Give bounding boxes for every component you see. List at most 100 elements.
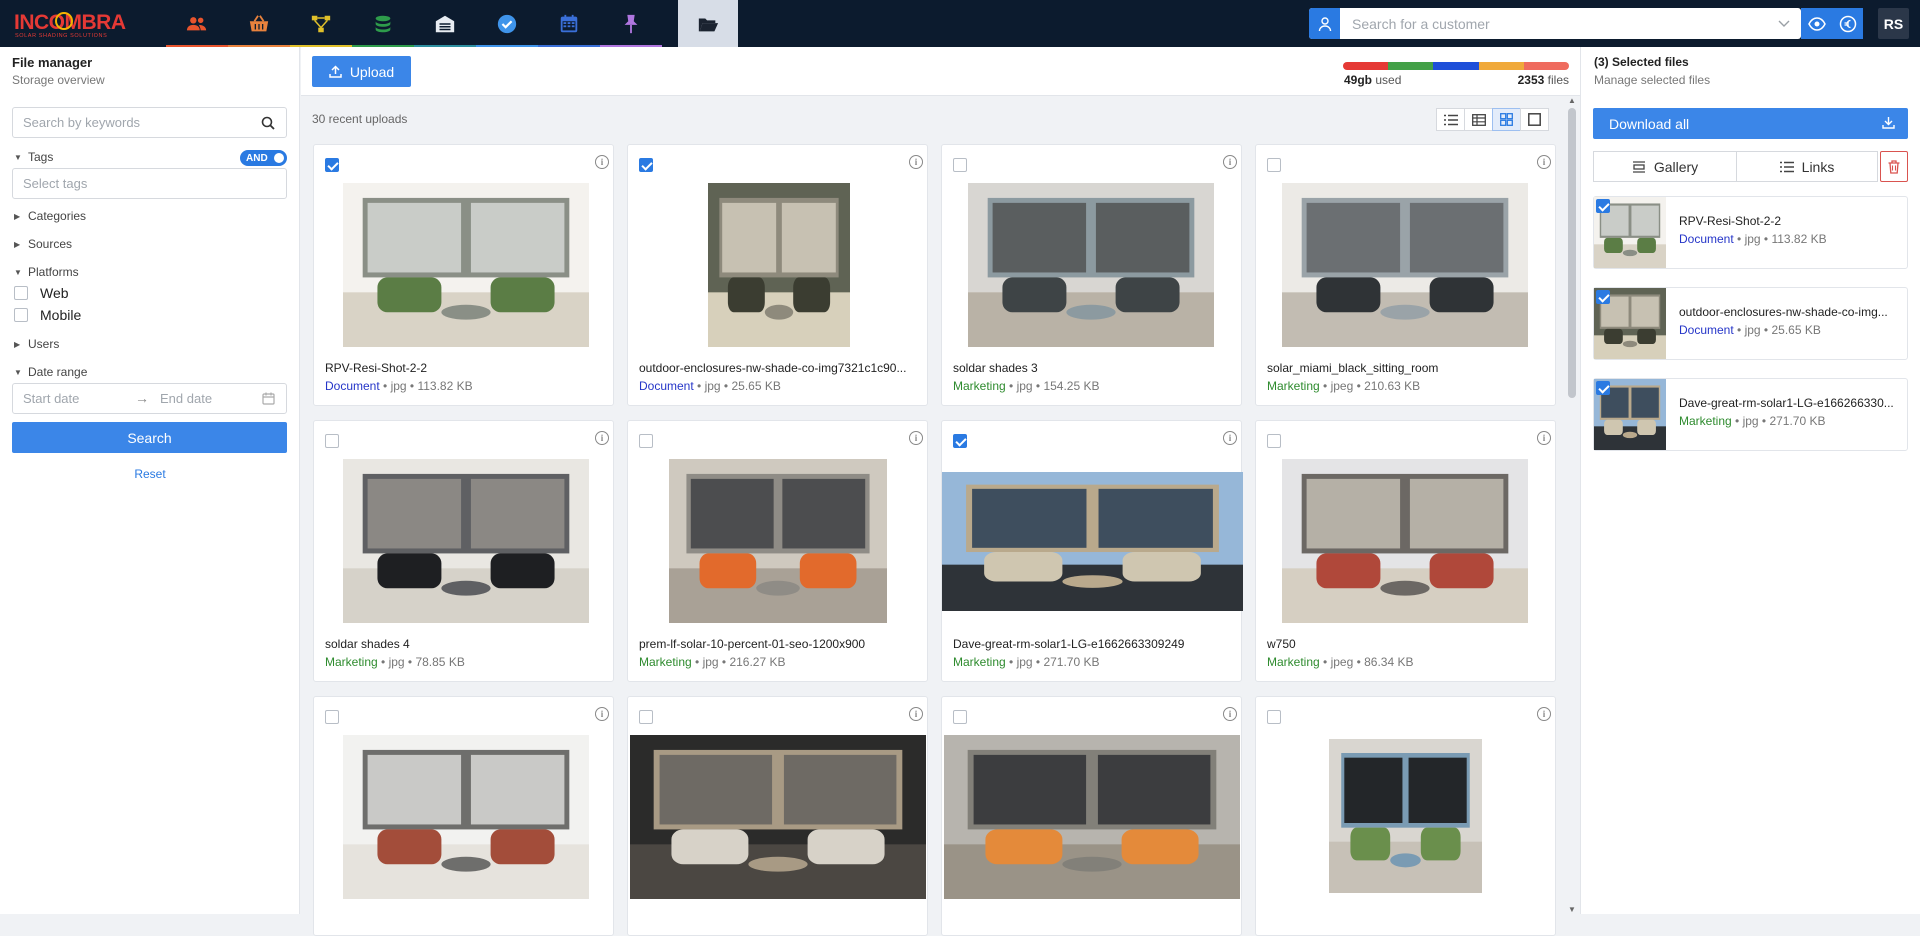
scroll-thumb[interactable] <box>1568 108 1576 398</box>
file-name[interactable]: prem-lf-solar-10-percent-01-seo-1200x900 <box>639 637 919 651</box>
grid-view-button[interactable] <box>1492 108 1521 131</box>
file-thumbnail[interactable] <box>343 183 589 347</box>
main-scrollbar[interactable]: ▲ ▼ <box>1566 96 1578 914</box>
selected-file-checkbox[interactable] <box>1596 290 1610 304</box>
info-icon[interactable]: i <box>909 707 923 721</box>
file-thumbnail[interactable] <box>944 735 1240 899</box>
chevron-down-icon[interactable] <box>1778 19 1790 28</box>
file-thumbnail[interactable] <box>343 735 589 899</box>
file-thumbnail[interactable] <box>669 459 887 623</box>
tags-select-input[interactable] <box>13 169 243 198</box>
file-select-checkbox[interactable] <box>639 158 653 172</box>
users-section-header[interactable]: ▶ Users <box>14 337 59 351</box>
platform-web-option[interactable]: Web <box>14 285 69 301</box>
platforms-section-header[interactable]: ▼ Platforms <box>14 265 79 279</box>
file-name[interactable]: outdoor-enclosures-nw-shade-co-img7321c1… <box>639 361 919 375</box>
file-card[interactable]: i <box>627 696 928 936</box>
file-name[interactable]: solar_miami_black_sitting_room <box>1267 361 1547 375</box>
file-name[interactable]: w750 <box>1267 637 1547 651</box>
selected-file-checkbox[interactable] <box>1596 199 1610 213</box>
file-thumbnail[interactable] <box>708 183 850 347</box>
tags-section-header[interactable]: ▼ Tags <box>14 150 53 164</box>
file-card[interactable]: i soldar shades 3 Marketing • jpg • 154.… <box>941 144 1242 406</box>
selected-file-item[interactable]: outdoor-enclosures-nw-shade-co-img... Do… <box>1593 287 1908 360</box>
selected-file-checkbox[interactable] <box>1596 381 1610 395</box>
file-select-checkbox[interactable] <box>953 158 967 172</box>
info-icon[interactable]: i <box>1537 155 1551 169</box>
file-thumbnail[interactable] <box>1282 183 1528 347</box>
info-icon[interactable]: i <box>1537 707 1551 721</box>
sources-section-header[interactable]: ▶ Sources <box>14 237 72 251</box>
file-card[interactable]: i solar_miami_black_sitting_room Marketi… <box>1255 144 1556 406</box>
categories-section-header[interactable]: ▶ Categories <box>14 209 86 223</box>
customer-search-input[interactable] <box>1340 8 1770 39</box>
calendar-icon[interactable] <box>262 392 275 405</box>
gallery-button[interactable]: Gallery <box>1593 151 1737 182</box>
file-select-checkbox[interactable] <box>639 434 653 448</box>
file-card[interactable]: i outdoor-enclosures-nw-shade-co-img7321… <box>627 144 928 406</box>
start-date-input[interactable] <box>13 384 123 413</box>
scroll-up-icon[interactable]: ▲ <box>1568 96 1576 105</box>
end-date-input[interactable] <box>150 384 250 413</box>
file-card[interactable]: i <box>1255 696 1556 936</box>
large-view-button[interactable] <box>1520 108 1549 131</box>
tags-select[interactable] <box>12 168 287 199</box>
info-icon[interactable]: i <box>909 155 923 169</box>
file-name[interactable]: RPV-Resi-Shot-2-2 <box>325 361 605 375</box>
search-icon[interactable] <box>261 116 275 130</box>
file-select-checkbox[interactable] <box>639 710 653 724</box>
file-select-checkbox[interactable] <box>1267 158 1281 172</box>
file-card[interactable]: i soldar shades 4 Marketing • jpg • 78.8… <box>313 420 614 682</box>
reset-link[interactable]: Reset <box>0 467 300 481</box>
file-select-checkbox[interactable] <box>325 710 339 724</box>
info-icon[interactable]: i <box>595 155 609 169</box>
info-icon[interactable]: i <box>1223 155 1237 169</box>
nav-warehouse[interactable] <box>414 0 476 47</box>
file-card[interactable]: i prem-lf-solar-10-percent-01-seo-1200x9… <box>627 420 928 682</box>
list-view-button[interactable] <box>1436 108 1465 131</box>
nav-pins[interactable] <box>600 0 662 47</box>
file-card[interactable]: i RPV-Resi-Shot-2-2 Document • jpg • 113… <box>313 144 614 406</box>
scroll-down-icon[interactable]: ▼ <box>1568 905 1576 914</box>
file-thumbnail[interactable] <box>1282 459 1528 623</box>
customer-search[interactable] <box>1309 8 1801 39</box>
links-button[interactable]: Links <box>1736 151 1878 182</box>
selected-file-item[interactable]: Dave-great-rm-solar1-LG-e166266330... Ma… <box>1593 378 1908 451</box>
info-icon[interactable]: i <box>1223 707 1237 721</box>
file-thumbnail[interactable] <box>1329 739 1482 893</box>
file-name[interactable]: Dave-great-rm-solar1-LG-e1662663309249 <box>953 637 1233 651</box>
file-thumbnail[interactable] <box>630 735 926 899</box>
date-range-section-header[interactable]: ▼ Date range <box>14 365 87 379</box>
download-all-button[interactable]: Download all <box>1593 108 1908 139</box>
selected-file-item[interactable]: RPV-Resi-Shot-2-2 Document • jpg • 113.8… <box>1593 196 1908 269</box>
platform-mobile-option[interactable]: Mobile <box>14 307 81 323</box>
nav-orders[interactable] <box>228 0 290 47</box>
nav-calendar[interactable] <box>538 0 600 47</box>
brand-logo[interactable]: INCOMBRA SOLAR SHADING SOLUTIONS <box>14 9 150 39</box>
search-button[interactable]: Search <box>12 422 287 453</box>
nav-finance[interactable] <box>352 0 414 47</box>
file-name[interactable]: soldar shades 4 <box>325 637 605 651</box>
file-card[interactable]: i <box>313 696 614 936</box>
file-select-checkbox[interactable] <box>953 434 967 448</box>
file-thumbnail[interactable] <box>343 459 589 623</box>
nav-structure[interactable] <box>290 0 352 47</box>
platform-web-checkbox[interactable] <box>14 286 28 300</box>
info-icon[interactable]: i <box>1537 431 1551 445</box>
info-icon[interactable]: i <box>595 431 609 445</box>
file-select-checkbox[interactable] <box>325 434 339 448</box>
clear-selection-button[interactable] <box>1880 151 1908 182</box>
file-select-checkbox[interactable] <box>1267 434 1281 448</box>
upload-button[interactable]: Upload <box>312 56 411 87</box>
nav-file-manager[interactable] <box>678 0 738 47</box>
info-icon[interactable]: i <box>595 707 609 721</box>
file-card[interactable]: i w750 Marketing • jpeg • 86.34 KB <box>1255 420 1556 682</box>
file-select-checkbox[interactable] <box>1267 710 1281 724</box>
avatar[interactable]: RS <box>1878 8 1909 39</box>
file-select-checkbox[interactable] <box>325 158 339 172</box>
date-range-picker[interactable]: → <box>12 383 287 414</box>
currency-button[interactable] <box>1832 8 1863 39</box>
info-icon[interactable]: i <box>909 431 923 445</box>
nav-customers[interactable] <box>166 0 228 47</box>
nav-tasks[interactable] <box>476 0 538 47</box>
